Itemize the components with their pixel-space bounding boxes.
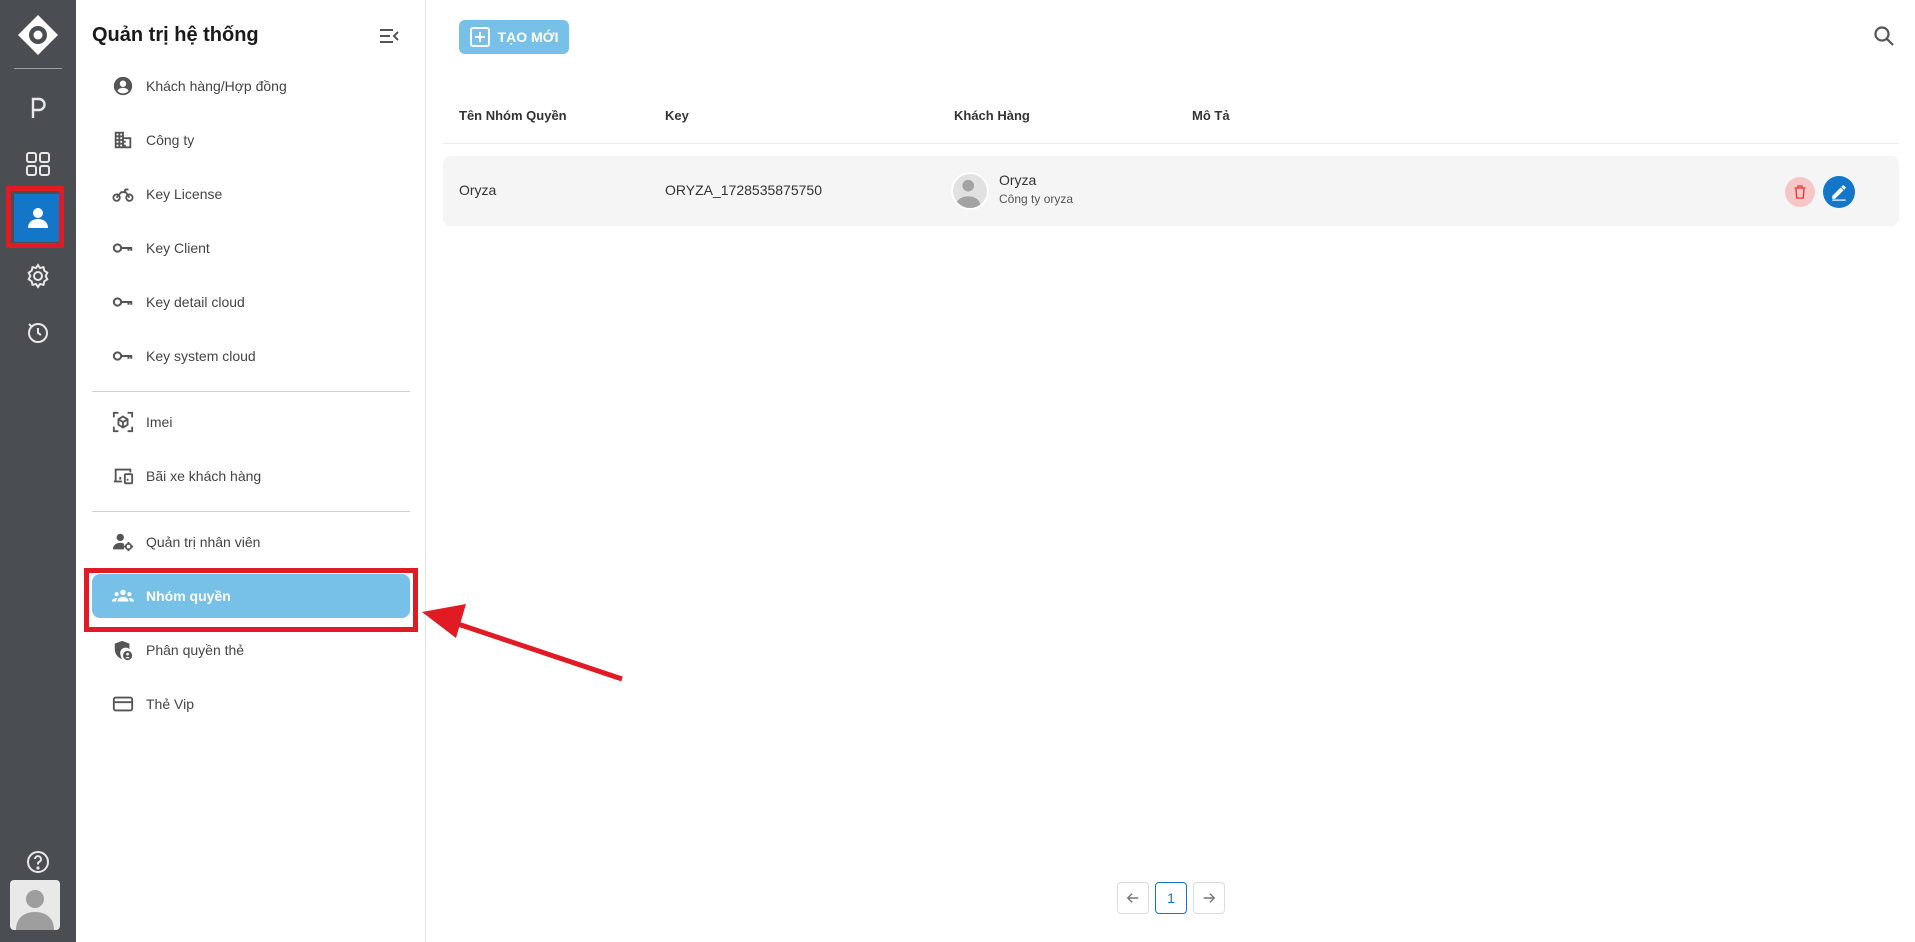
sidebar-item-label: Quản trị nhân viên bbox=[146, 534, 261, 550]
sidebar-item-label: Bãi xe khách hàng bbox=[146, 468, 262, 484]
sidebar-item-customer-parking[interactable]: Bãi xe khách hàng bbox=[92, 454, 410, 498]
column-header-group-name: Tên Nhóm Quyền bbox=[459, 108, 567, 123]
app-rail bbox=[0, 0, 76, 942]
parking-icon bbox=[31, 97, 46, 118]
cell-key: ORYZA_1728535875750 bbox=[665, 182, 822, 198]
pagination: 1 bbox=[1117, 882, 1225, 914]
column-header-customer: Khách Hàng bbox=[954, 108, 1030, 123]
avatar[interactable] bbox=[10, 880, 60, 930]
collapse-menu-icon[interactable] bbox=[378, 26, 400, 46]
sidebar: Quản trị hệ thống Khách hàng/Hợp đồng Cô… bbox=[76, 0, 426, 942]
column-header-description: Mô Tả bbox=[1192, 108, 1230, 123]
sidebar-item-label: Thẻ Vip bbox=[146, 696, 194, 712]
sidebar-divider bbox=[92, 391, 410, 392]
sidebar-item-label: Khách hàng/Hợp đồng bbox=[146, 78, 287, 94]
devices-icon bbox=[113, 468, 134, 485]
sidebar-divider bbox=[92, 511, 410, 512]
rail-settings-button[interactable] bbox=[14, 252, 62, 300]
cell-group-name: Oryza bbox=[459, 182, 497, 198]
rail-dashboard-button[interactable] bbox=[14, 140, 62, 188]
sidebar-item-vip-card[interactable]: Thẻ Vip bbox=[92, 682, 410, 726]
sidebar-item-label: Công ty bbox=[146, 132, 195, 148]
sidebar-item-label: Key detail cloud bbox=[146, 294, 245, 310]
settings-icon bbox=[27, 263, 49, 289]
arrow-right-icon bbox=[1203, 893, 1216, 903]
avatar-icon bbox=[16, 890, 54, 930]
create-button[interactable]: TẠO MỚI bbox=[459, 20, 569, 54]
sidebar-item-key-client[interactable]: Key Client bbox=[92, 226, 410, 270]
logo-icon[interactable] bbox=[17, 14, 59, 56]
avatar-icon bbox=[955, 179, 981, 208]
rail-help-button[interactable] bbox=[14, 838, 62, 886]
help-icon bbox=[27, 851, 49, 873]
sidebar-item-label: Key Client bbox=[146, 240, 210, 256]
sidebar-item-key-detail-cloud[interactable]: Key detail cloud bbox=[92, 280, 410, 324]
sidebar-item-company[interactable]: Công ty bbox=[92, 118, 410, 162]
history-icon bbox=[28, 323, 48, 343]
sidebar-item-label: Key License bbox=[146, 186, 223, 202]
key-icon bbox=[112, 243, 133, 253]
rail-history-button[interactable] bbox=[14, 308, 62, 356]
arrow-left-icon bbox=[1126, 893, 1139, 903]
account-circle-icon bbox=[113, 76, 133, 96]
page-button-current[interactable]: 1 bbox=[1155, 882, 1187, 914]
sidebar-item-label: Phân quyền thẻ bbox=[146, 642, 245, 658]
motorbike-icon bbox=[112, 188, 134, 202]
table-header: Tên Nhóm Quyền Key Khách Hàng Mô Tả bbox=[443, 100, 1899, 144]
sidebar-item-label: Key system cloud bbox=[146, 348, 256, 364]
cell-customer-name: Oryza bbox=[999, 172, 1037, 188]
sidebar-item-key-license[interactable]: Key License bbox=[92, 172, 410, 216]
user-gear-icon bbox=[112, 533, 134, 552]
prev-page-button[interactable] bbox=[1117, 882, 1149, 914]
cell-customer-company: Công ty oryza bbox=[999, 192, 1074, 206]
annotation-highlight-rail bbox=[6, 186, 64, 248]
grid-icon bbox=[26, 152, 50, 176]
plus-icon bbox=[469, 27, 490, 47]
table-row[interactable]: Oryza ORYZA_1728535875750 Oryza Công ty … bbox=[443, 156, 1899, 226]
sidebar-item-customers[interactable]: Khách hàng/Hợp đồng bbox=[92, 64, 410, 108]
sidebar-item-imei[interactable]: Imei bbox=[92, 400, 410, 444]
next-page-button[interactable] bbox=[1193, 882, 1225, 914]
create-button-label: TẠO MỚI bbox=[497, 29, 559, 45]
search-icon[interactable] bbox=[1872, 24, 1896, 48]
customer-avatar bbox=[951, 172, 989, 210]
rail-parking-button[interactable] bbox=[14, 84, 62, 132]
building-icon bbox=[114, 131, 132, 149]
scan-cube-icon bbox=[112, 411, 134, 433]
key-icon bbox=[112, 351, 133, 361]
edit-button[interactable] bbox=[1823, 176, 1855, 208]
sidebar-item-label: Imei bbox=[146, 414, 173, 430]
trash-icon bbox=[1794, 185, 1806, 199]
main-content: TẠO MỚI Tên Nhóm Quyền Key Khách Hàng Mô… bbox=[427, 0, 1915, 942]
sidebar-item-key-system-cloud[interactable]: Key system cloud bbox=[92, 334, 410, 378]
rail-divider bbox=[14, 68, 62, 69]
column-header-key: Key bbox=[665, 108, 689, 123]
shield-user-icon bbox=[114, 640, 133, 661]
delete-button[interactable] bbox=[1785, 177, 1815, 207]
sidebar-item-staff-admin[interactable]: Quản trị nhân viên bbox=[92, 520, 410, 564]
key-icon bbox=[112, 297, 133, 307]
pencil-icon bbox=[1832, 185, 1846, 201]
annotation-highlight-menu bbox=[84, 568, 418, 632]
sidebar-title: Quản trị hệ thống bbox=[92, 24, 259, 46]
sidebar-item-card-permissions[interactable]: Phân quyền thẻ bbox=[92, 628, 410, 672]
card-icon bbox=[112, 696, 134, 712]
